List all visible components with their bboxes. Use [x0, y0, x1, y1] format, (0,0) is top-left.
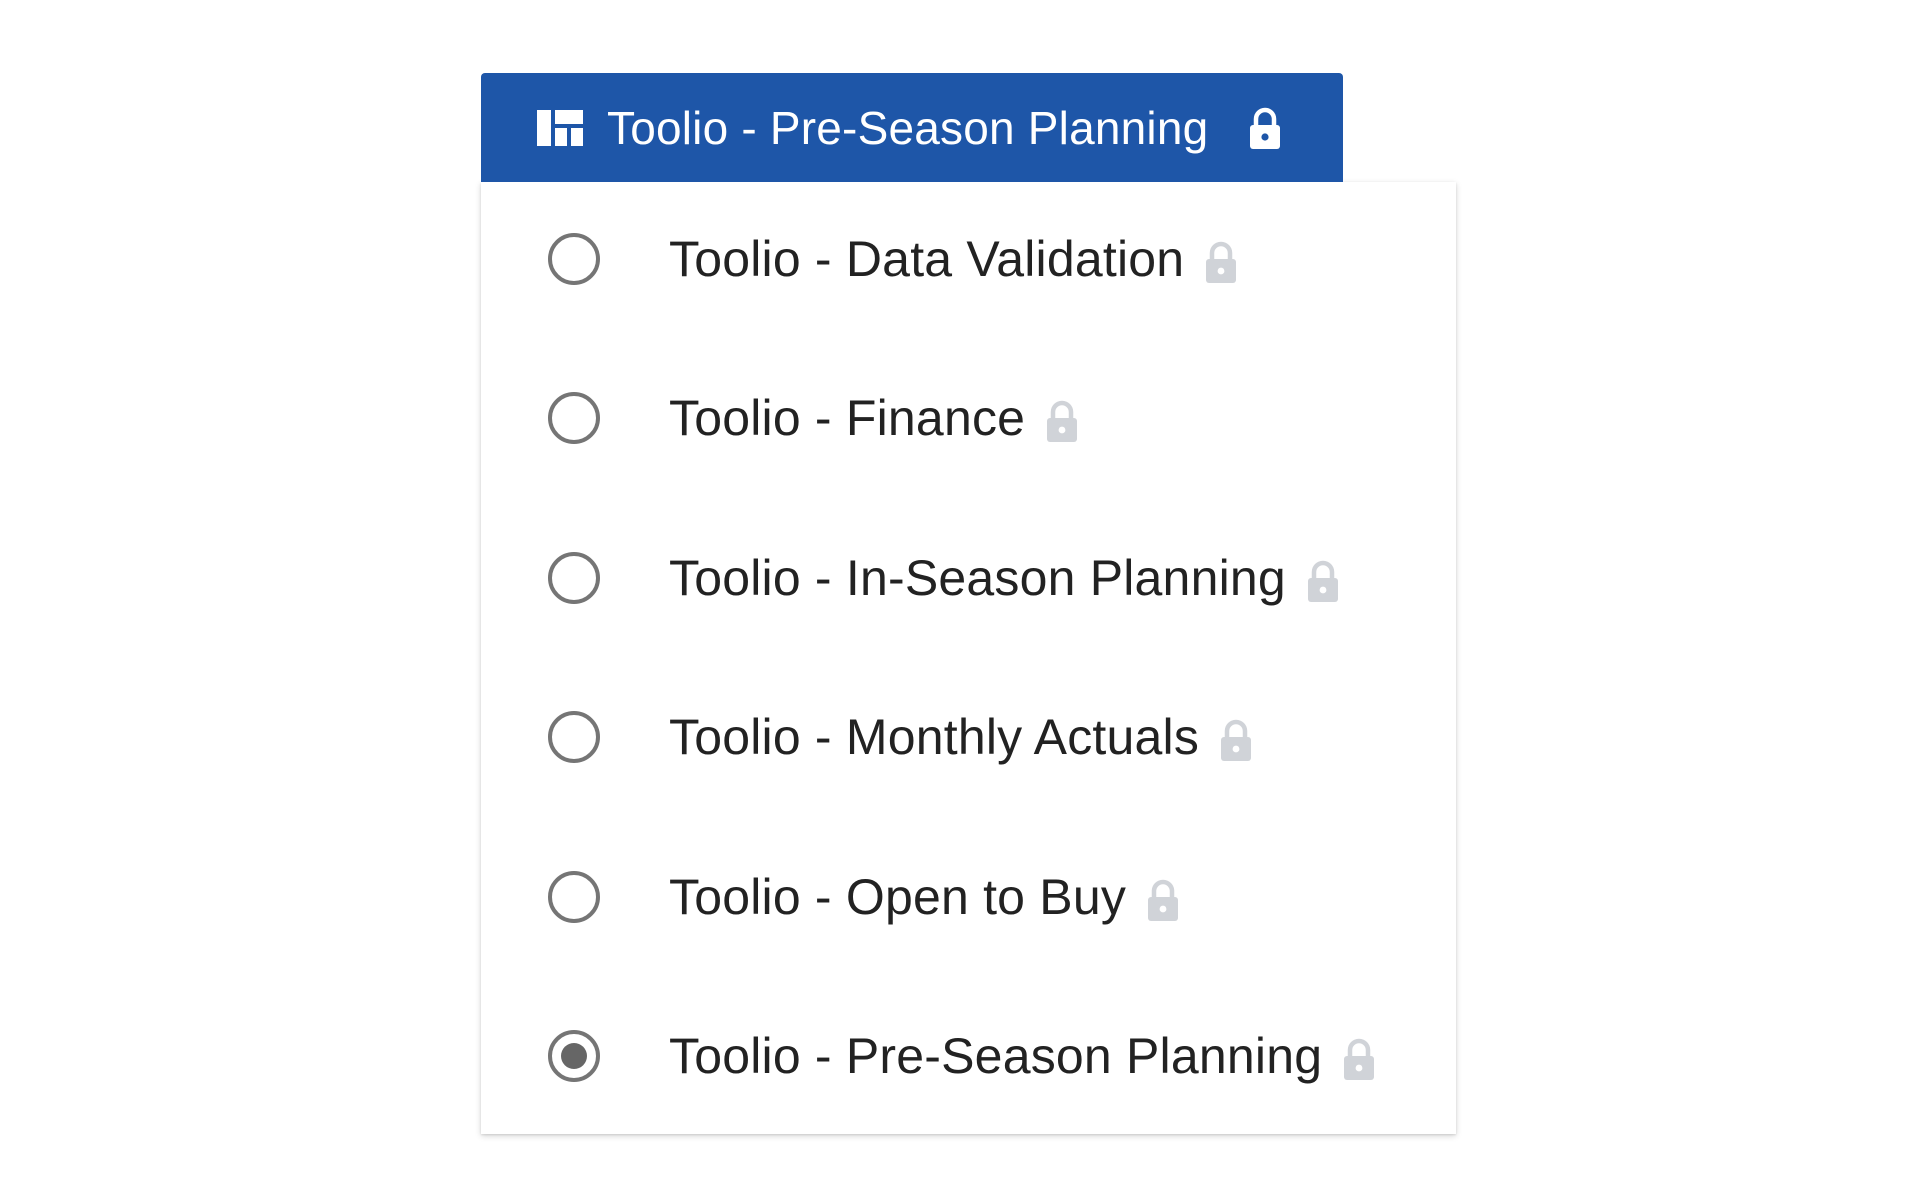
menu-item-label: Toolio - Open to Buy: [669, 869, 1127, 925]
menu-item-label: Toolio - Monthly Actuals: [669, 709, 1200, 765]
radio-button[interactable]: [548, 392, 600, 444]
lock-icon: [1047, 400, 1078, 442]
workspace-dropdown-button[interactable]: Toolio - Pre-Season Planning: [481, 73, 1343, 182]
radio-button-selected[interactable]: [548, 1030, 600, 1082]
menu-item-label: Toolio - Pre-Season Planning: [669, 1028, 1323, 1084]
menu-item-finance[interactable]: Toolio - Finance: [481, 368, 1456, 468]
menu-item-monthly-actuals[interactable]: Toolio - Monthly Actuals: [481, 687, 1456, 787]
menu-item-pre-season-planning[interactable]: Toolio - Pre-Season Planning: [481, 1006, 1456, 1106]
lock-icon: [1307, 560, 1338, 602]
lock-icon: [1250, 107, 1281, 149]
radio-button[interactable]: [548, 871, 600, 923]
lock-icon: [1344, 1038, 1375, 1080]
menu-item-label: Toolio - Data Validation: [669, 231, 1185, 287]
dashboard-grid-icon: [537, 109, 583, 146]
radio-button[interactable]: [548, 233, 600, 285]
menu-item-label: Toolio - In-Season Planning: [669, 550, 1286, 606]
radio-button[interactable]: [548, 711, 600, 763]
lock-icon: [1221, 719, 1252, 761]
menu-item-open-to-buy[interactable]: Toolio - Open to Buy: [481, 847, 1456, 947]
workspace-selector: Toolio - Pre-Season Planning Toolio - Da…: [0, 0, 1920, 1200]
menu-item-data-validation[interactable]: Toolio - Data Validation: [481, 209, 1456, 309]
radio-button[interactable]: [548, 552, 600, 604]
menu-item-label: Toolio - Finance: [669, 390, 1026, 446]
lock-icon: [1206, 241, 1237, 283]
lock-icon: [1148, 879, 1179, 921]
menu-item-in-season-planning[interactable]: Toolio - In-Season Planning: [481, 528, 1456, 628]
workspace-dropdown-label: Toolio - Pre-Season Planning: [607, 101, 1209, 154]
workspace-menu: Toolio - Data Validation Toolio - Financ…: [481, 182, 1456, 1134]
